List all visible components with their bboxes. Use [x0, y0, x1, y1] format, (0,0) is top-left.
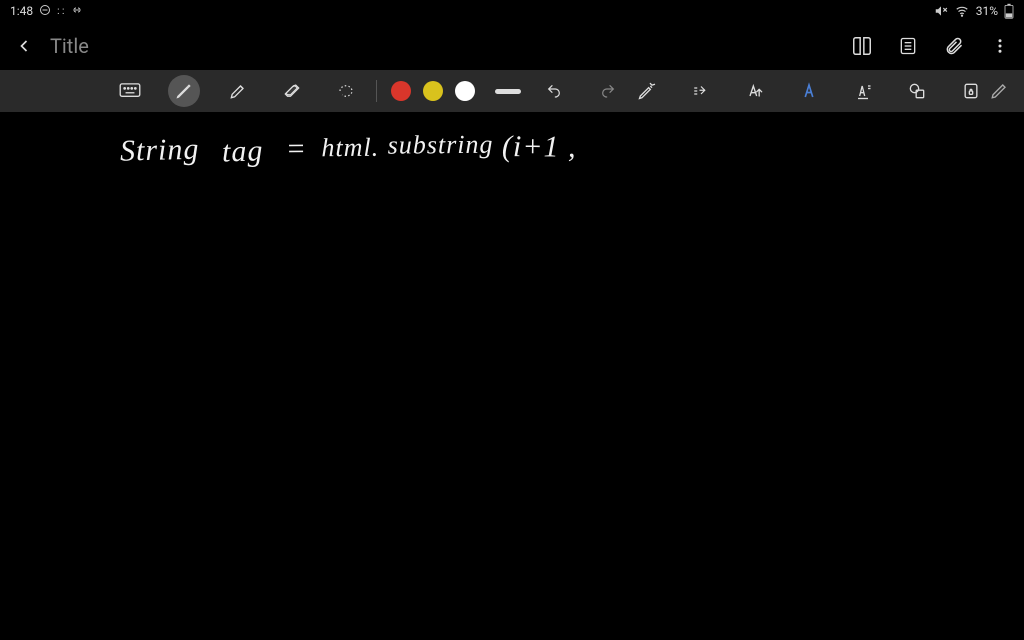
hw-word: String [120, 133, 200, 169]
lasso-tool-button[interactable] [330, 75, 362, 107]
page-view-button[interactable] [896, 34, 920, 58]
shapes-button[interactable] [901, 75, 933, 107]
title-bar: Title [0, 22, 1024, 70]
stroke-group [495, 89, 521, 94]
clock: 1:48 [10, 4, 33, 18]
dnd-icon [39, 4, 51, 19]
hw-word: substring [388, 130, 494, 161]
redo-button[interactable] [592, 75, 624, 107]
style-group [631, 75, 987, 107]
battery-icon [1004, 3, 1014, 19]
color-yellow-button[interactable] [423, 81, 443, 101]
status-bar: 1:48 : : 31% [0, 0, 1024, 22]
color-white-button[interactable] [455, 81, 475, 101]
battery-percent: 31% [976, 4, 998, 18]
toolbar [0, 70, 1024, 112]
hw-word: html. [321, 133, 379, 164]
tool-group-left [114, 75, 362, 107]
font-color-button[interactable] [793, 75, 825, 107]
lock-scroll-button[interactable] [955, 75, 987, 107]
eraser-tool-button[interactable] [276, 75, 308, 107]
color-group [391, 81, 475, 101]
history-group [538, 75, 624, 107]
color-red-button[interactable] [391, 81, 411, 101]
title-actions [850, 34, 1012, 58]
highlighter-tool-button[interactable] [222, 75, 254, 107]
stroke-width-button[interactable] [495, 89, 521, 94]
wifi-icon [954, 4, 970, 18]
status-dots-icon: : : [57, 6, 64, 17]
mute-icon [934, 4, 948, 18]
status-right: 31% [934, 3, 1014, 19]
hw-word: tag [221, 134, 263, 169]
handwritten-text: String tag = html. substring (i+1 , [120, 128, 577, 166]
convert-text-button[interactable] [685, 75, 717, 107]
title-left: Title [12, 34, 89, 58]
hw-word: = [286, 132, 308, 166]
drawing-canvas[interactable]: String tag = html. substring (i+1 , [0, 112, 1024, 640]
keyboard-button[interactable] [114, 75, 146, 107]
toolbar-divider [376, 80, 377, 102]
status-left: 1:48 : : [10, 4, 84, 19]
back-button[interactable] [12, 34, 36, 58]
attachment-button[interactable] [942, 34, 966, 58]
note-title[interactable]: Title [50, 34, 89, 58]
link-icon [70, 4, 84, 19]
hw-word: (i+1 , [502, 130, 577, 165]
more-button[interactable] [988, 34, 1012, 58]
pen-settings-button[interactable] [631, 75, 663, 107]
pen-tool-button[interactable] [168, 75, 200, 107]
text-style-button[interactable] [739, 75, 771, 107]
reader-mode-button[interactable] [850, 34, 874, 58]
undo-button[interactable] [538, 75, 570, 107]
edit-toolbar-button[interactable] [987, 75, 1010, 107]
text-format-button[interactable] [847, 75, 879, 107]
